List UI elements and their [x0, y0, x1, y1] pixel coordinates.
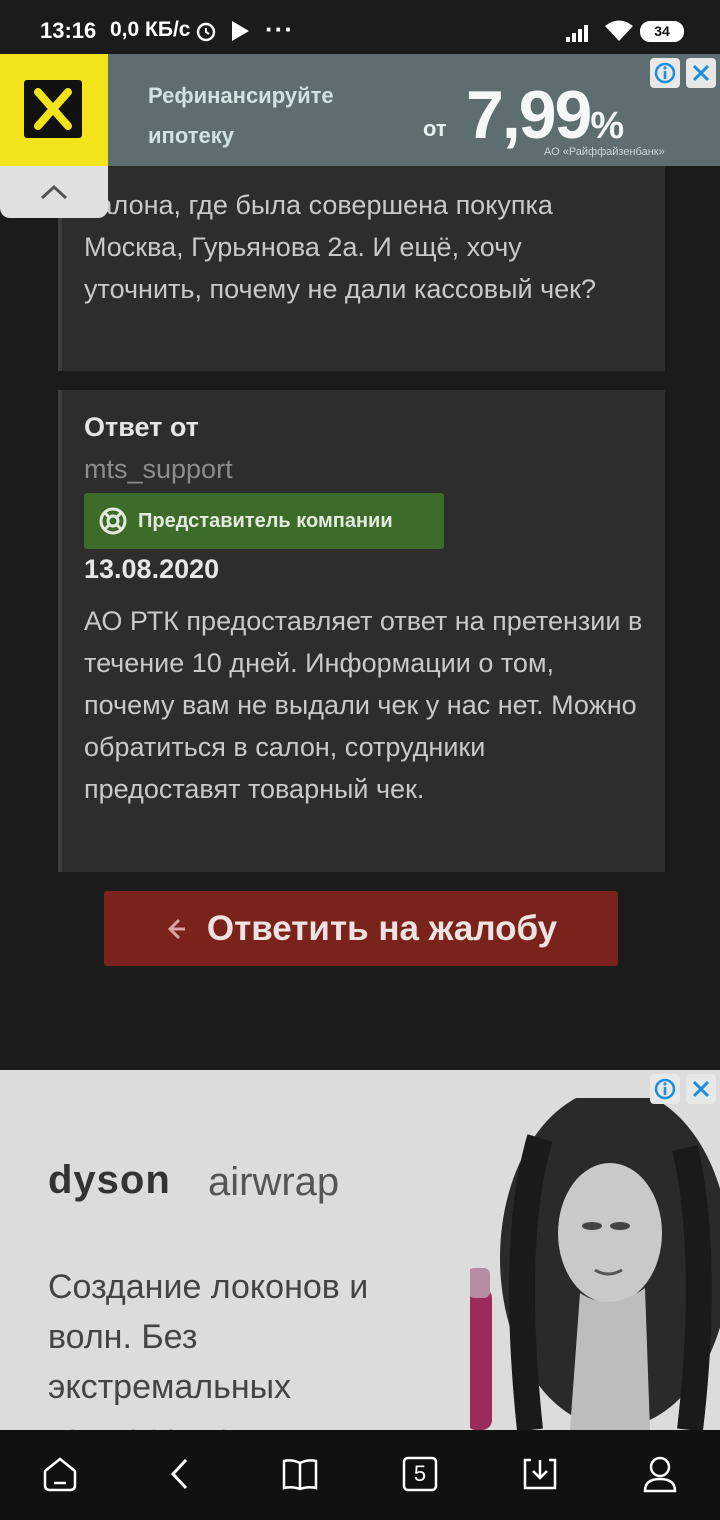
- ad-close-icon[interactable]: [686, 1074, 716, 1104]
- home-icon[interactable]: [40, 1454, 80, 1494]
- answer-body: АО РТК предоставляет ответ на претензии …: [84, 606, 643, 804]
- complaint-text: салона, где была совершена покупка Москв…: [84, 190, 596, 304]
- ad-rate-percent: %: [590, 105, 624, 147]
- complaint-card: салона, где была совершена покупка Москв…: [58, 166, 665, 371]
- woman-photo: [470, 1098, 720, 1430]
- crossed-horse-heads-icon: [34, 88, 72, 130]
- downloads-icon[interactable]: [520, 1454, 560, 1494]
- bookmarks-icon[interactable]: [280, 1454, 320, 1494]
- signal-icon: [566, 22, 594, 47]
- dyson-logo: dyson: [48, 1158, 171, 1202]
- company-representative-badge: Представитель компании: [84, 493, 444, 549]
- wifi-icon: [604, 19, 634, 48]
- answer-date: 13.08.2020: [84, 554, 220, 584]
- ad-info-icon[interactable]: [650, 1074, 680, 1104]
- battery-icon: 34: [640, 21, 684, 42]
- ad-info-icon[interactable]: [650, 58, 680, 88]
- lifebuoy-icon: [99, 507, 127, 535]
- answer-username-link[interactable]: mts_support: [84, 454, 233, 485]
- tabs-count: 5: [413, 1461, 427, 1486]
- answer-from-label: Ответ от: [84, 412, 199, 442]
- more-notifications-icon: ···: [265, 14, 294, 44]
- airwrap-logo: airwrap: [208, 1160, 340, 1204]
- ad-close-icon[interactable]: [686, 58, 716, 88]
- status-bar: 13:16 0,0 КБ/с ··· 34: [0, 0, 720, 54]
- ad-rate-prefix: от: [423, 116, 447, 141]
- badge-label: Представитель компании: [138, 509, 393, 532]
- dyson-ad-banner[interactable]: dyson airwrap Создание локонов и волн. Б…: [0, 1070, 720, 1430]
- ad-tagline: Создание локонов и волн. Без экстремальн…: [48, 1268, 369, 1430]
- bank-ad-banner[interactable]: Рефинансируйте ипотеку от 7,99% АО «Райф…: [0, 54, 720, 166]
- play-icon: [230, 20, 250, 47]
- answer-card: Ответ от mts_support Представитель компа…: [58, 390, 665, 872]
- ad-headline-line1: Рефинансируйте: [148, 83, 334, 108]
- collapse-ad-button[interactable]: [0, 166, 108, 218]
- arrow-left-icon: [167, 918, 185, 939]
- status-speed: 0,0 КБ/с: [110, 18, 191, 41]
- ad-legal-text: АО «Райффайзенбанк»: [544, 146, 665, 158]
- status-time: 13:16: [40, 18, 97, 43]
- alarm-icon: [195, 20, 217, 47]
- ad-rate-value: 7,99: [466, 77, 592, 153]
- browser-nav-bar: 5: [0, 1430, 720, 1520]
- profile-icon[interactable]: [640, 1454, 680, 1494]
- reply-to-complaint-button[interactable]: Ответить на жалобу: [104, 891, 618, 966]
- ad-headline-line2: ипотеку: [148, 123, 234, 148]
- raiffeisen-logo: [0, 54, 108, 166]
- chevron-up-icon: [40, 184, 68, 200]
- back-icon[interactable]: [160, 1454, 200, 1494]
- reply-button-label: Ответить на жалобу: [206, 908, 558, 948]
- tabs-icon[interactable]: 5: [400, 1454, 440, 1494]
